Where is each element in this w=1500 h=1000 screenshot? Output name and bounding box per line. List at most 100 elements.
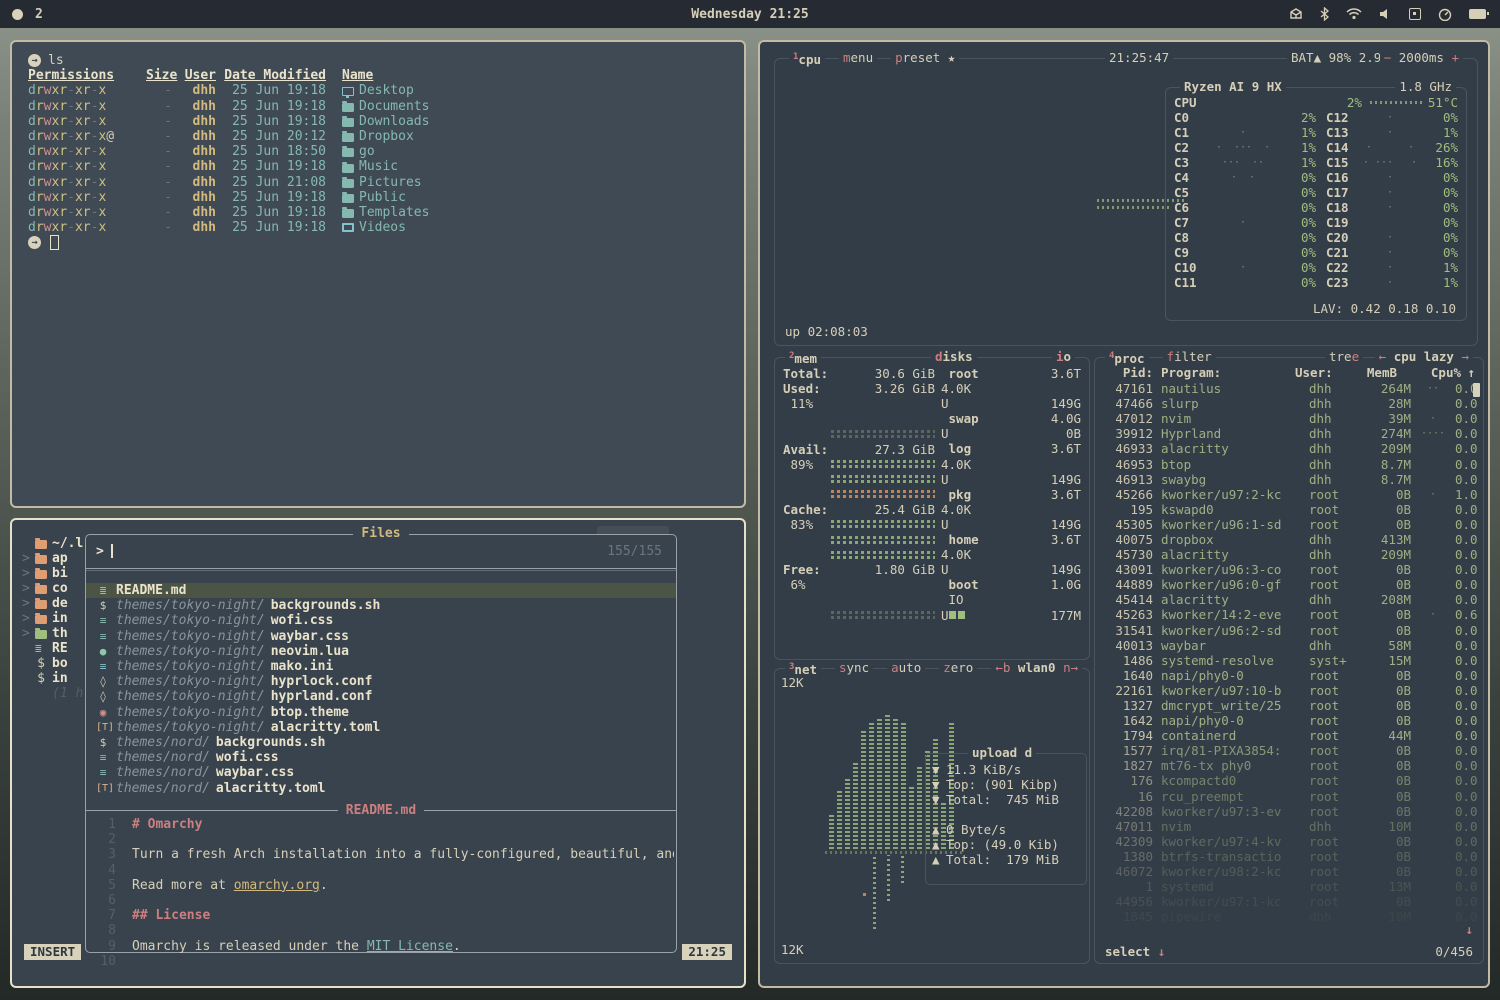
picker-item[interactable]: ≡themes/tokyo-night/mako.ini [86, 659, 676, 674]
net-zero-button[interactable]: zero [939, 660, 977, 677]
disks-title[interactable]: disks [931, 349, 977, 364]
process-row[interactable]: 47011nvimdhh10M0.0 [1101, 819, 1475, 834]
file-name: go [342, 144, 375, 159]
net-down-bar [837, 791, 842, 849]
process-row[interactable]: 47161nautilusdhh264M··0.0 [1101, 381, 1475, 396]
process-row[interactable]: 40013waybardhh58M0.0 [1101, 638, 1475, 653]
neovim-window[interactable]: ~/.l>ap>bi>co>de>in>th ≣RE $bo $in (1 h … [10, 518, 746, 988]
process-row[interactable]: 1794containerdroot44M0.0 [1101, 728, 1475, 743]
process-row[interactable]: 45730alacrittydhh209M0.0 [1101, 547, 1475, 562]
process-row[interactable]: 44956kworker/u97:1-kcroot0B0.0 [1101, 894, 1475, 909]
tab-cpu[interactable]: 1cpu [789, 50, 825, 67]
process-row[interactable]: 22161kworker/u97:10-broot0B0.0 [1101, 683, 1475, 698]
process-row[interactable]: 42208kworker/u97:3-evroot0B0.0 [1101, 804, 1475, 819]
net-down-bar [909, 787, 914, 849]
net-iface-switcher[interactable]: ←b wlan0 n→ [991, 660, 1082, 677]
picker-item[interactable]: [T]themes/nord/alacritty.toml [86, 780, 676, 795]
picker-item[interactable]: ●themes/tokyo-night/neovim.lua [86, 644, 676, 659]
io-toggle[interactable]: io [1052, 349, 1075, 364]
process-row[interactable]: 39912Hyprlanddhh274M····0.0 [1101, 426, 1475, 441]
net-auto-button[interactable]: auto [887, 660, 925, 677]
mem-line [783, 426, 935, 441]
net-sync-button[interactable]: sync [835, 660, 873, 677]
process-row[interactable]: 46072kworker/u98:2-kcroot0B0.0 [1101, 864, 1475, 879]
net-down-bar [885, 715, 890, 849]
process-row[interactable]: 1380btrfs-transactioroot0B0.0 [1101, 849, 1475, 864]
picker-item[interactable]: $themes/tokyo-night/backgrounds.sh [86, 598, 676, 613]
picker-item[interactable]: $themes/nord/backgrounds.sh [86, 735, 676, 750]
process-row[interactable]: 44889kworker/u96:0-gfroot0B0.0 [1101, 577, 1475, 592]
date-modified: 25 Jun 18:50 [216, 144, 326, 159]
process-row[interactable]: 1845pipewiredhh10M0.0 [1101, 909, 1475, 924]
process-row[interactable]: 1577irq/81-PIXA3854:root0B0.0 [1101, 743, 1475, 758]
process-row[interactable]: 1327dmcrypt_write/25root0B0.0 [1101, 698, 1475, 713]
menu-button[interactable]: menu [839, 50, 877, 67]
picker-item[interactable]: ≡themes/tokyo-night/wofi.css [86, 613, 676, 628]
process-row[interactable]: 46933alacrittydhh209M0.0 [1101, 441, 1475, 456]
process-row[interactable]: 40075dropboxdhh413M0.0 [1101, 532, 1475, 547]
process-row[interactable]: 45414alacrittydhh208M0.0 [1101, 592, 1475, 607]
process-row[interactable]: 16rcu_preemptroot0B0.0 [1101, 789, 1475, 804]
picker-item[interactable]: ≡themes/tokyo-night/waybar.css [86, 629, 676, 644]
user: dhh [172, 159, 216, 174]
proc-tree-toggle[interactable]: tree [1325, 349, 1363, 364]
files-picker[interactable]: Files > 155/155 ≣README.md$themes/tokyo-… [85, 534, 677, 953]
prompt-line-empty[interactable]: → [28, 235, 728, 250]
proc-scrollbar[interactable] [1473, 383, 1480, 397]
process-row[interactable]: 195kswapd0root0B0.0 [1101, 502, 1475, 517]
tab-mem[interactable]: 2mem [785, 349, 821, 366]
process-row[interactable]: 45266kworker/u97:2-kcroot0B·1.0 [1101, 487, 1475, 502]
preview-line: 6 [86, 893, 674, 908]
picker-item[interactable]: ◊themes/tokyo-night/hyprland.conf [86, 689, 676, 704]
prompt-separator [86, 568, 676, 571]
process-row[interactable]: 176kcompactd0root0B0.0 [1101, 773, 1475, 788]
proc-sort-nav[interactable]: ← cpu lazy → [1375, 349, 1473, 364]
bluetooth-icon[interactable] [1320, 7, 1329, 21]
select-button[interactable]: select ↓ [1105, 944, 1165, 959]
preset-button[interactable]: preset ★ [891, 50, 959, 67]
net-panel-title: upload d [968, 745, 1036, 760]
process-row[interactable]: 43091kworker/u96:3-coroot0B0.0 [1101, 562, 1475, 577]
battery-icon[interactable] [1469, 9, 1486, 19]
picker-item[interactable]: ◉themes/tokyo-night/btop.theme [86, 705, 676, 720]
picker-prompt[interactable]: > [96, 544, 666, 559]
gauge-icon[interactable] [1438, 8, 1452, 21]
picker-item[interactable]: ◊themes/tokyo-night/hyprlock.conf [86, 674, 676, 689]
prompt-caret: > [96, 544, 104, 559]
chip-icon[interactable] [1409, 8, 1421, 20]
process-row[interactable]: 47466slurpdhh28M0.0 [1101, 396, 1475, 411]
picker-item[interactable]: ≡themes/nord/waybar.css [86, 765, 676, 780]
package-icon[interactable] [1289, 8, 1303, 20]
btop-window[interactable]: 1cpu menu preset ★ 21:25:47 BAT▲ 98% 2.9… [758, 40, 1490, 988]
process-row[interactable]: 46953btopdhh8.7M0.0 [1101, 456, 1475, 471]
process-row[interactable]: 1systemdroot13M0.0 [1101, 879, 1475, 894]
proc-filter-button[interactable]: filter [1163, 349, 1216, 366]
file-name: Music [342, 159, 398, 174]
disk-line: U149G [941, 396, 1081, 411]
process-row[interactable]: 1640napi/phy0-0root0B0.0 [1101, 668, 1475, 683]
refresh-interval[interactable]: − 2000ms + [1380, 50, 1463, 65]
picker-item[interactable]: ≣README.md [86, 583, 676, 598]
process-row[interactable]: 45263kworker/14:2-everoot0B·0.6 [1101, 607, 1475, 622]
process-row[interactable]: 46913swaybgdhh8.7M0.0 [1101, 472, 1475, 487]
terminal-window[interactable]: → ls Permissions Size User Date Modified… [10, 40, 746, 508]
volume-icon[interactable] [1379, 8, 1392, 20]
process-row[interactable]: 42309kworker/u97:4-kvroot0B0.0 [1101, 834, 1475, 849]
core-row: C60% [1174, 200, 1316, 215]
wifi-icon[interactable] [1346, 8, 1362, 20]
tree-label: in [52, 611, 68, 626]
item-file: README.md [116, 583, 186, 598]
picker-item[interactable]: ≡themes/nord/wofi.css [86, 750, 676, 765]
item-dir: themes/tokyo-night/ [116, 659, 265, 674]
mem-box: 2mem disks io Total:30.6 GiBUsed:3.26 Gi… [774, 357, 1090, 660]
process-row[interactable]: 31541kworker/u96:2-sdroot0B0.0 [1101, 623, 1475, 638]
process-row[interactable]: 47012nvimdhh39M·0.0 [1101, 411, 1475, 426]
process-row[interactable]: 1486systemd-resolvesyst+15M0.0 [1101, 653, 1475, 668]
process-row[interactable]: 45305kworker/u96:1-sdroot0B0.0 [1101, 517, 1475, 532]
proc-column-headers[interactable]: Pid: Program: User: MemB Cpu% ↑ [1101, 365, 1475, 380]
tab-proc[interactable]: 4proc [1105, 349, 1149, 366]
process-row[interactable]: 1642napi/phy0-0root0B0.0 [1101, 713, 1475, 728]
scroll-down-arrow[interactable]: ↓ [1465, 922, 1473, 937]
picker-item[interactable]: [T]themes/tokyo-night/alacritty.toml [86, 720, 676, 735]
process-row[interactable]: 1827mt76-tx phy0root0B0.0 [1101, 758, 1475, 773]
